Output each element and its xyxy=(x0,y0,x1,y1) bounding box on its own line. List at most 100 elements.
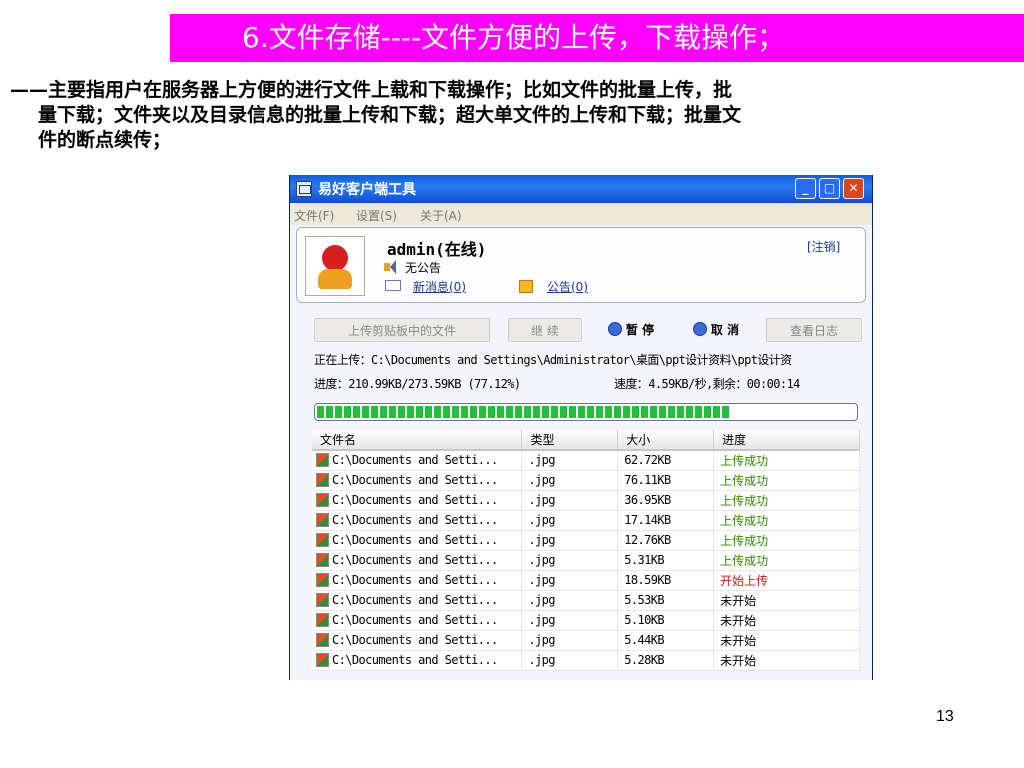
image-file-icon xyxy=(316,593,329,607)
slide-description: ——主要指用户在服务器上方便的进行文件上载和下载操作；比如文件的批量上传，批 量… xyxy=(10,78,1002,153)
minimize-button[interactable]: _ xyxy=(795,178,816,199)
cancel-button[interactable]: 取 消 xyxy=(679,318,753,342)
bulletin-icon xyxy=(519,280,533,293)
description-line-1: ——主要指用户在服务器上方便的进行文件上载和下载操作；比如文件的批量上传，批 xyxy=(10,79,733,101)
file-status: 上传成功 xyxy=(713,510,860,531)
header-type[interactable]: 类型 xyxy=(521,430,619,451)
file-status: 未开始 xyxy=(713,610,860,631)
file-status: 上传成功 xyxy=(713,470,860,491)
image-file-icon xyxy=(316,473,329,487)
speaker-icon xyxy=(384,260,400,274)
uploading-path: 正在上传：C:\Documents and Settings\Administr… xyxy=(314,353,792,367)
file-size: 36.95KB xyxy=(617,490,715,511)
header-filename[interactable]: 文件名 xyxy=(312,430,523,451)
table-row[interactable]: C:\Documents and Setti... .jpg 17.14KB 上传成功 xyxy=(312,510,860,531)
file-type: .jpg xyxy=(521,530,619,551)
table-row[interactable]: C:\Documents and Setti... .jpg 76.11KB 上传成功 xyxy=(312,470,860,491)
file-name: C:\Documents and Setti... xyxy=(332,493,498,507)
table-row[interactable]: C:\Documents and Setti... .jpg 36.95KB 上传成功 xyxy=(312,490,860,511)
progress-fill xyxy=(317,406,731,418)
file-size: 12.76KB xyxy=(617,530,715,551)
menu-file[interactable]: 文件(F) xyxy=(294,207,334,224)
progress-text: 进度：210.99KB/273.59KB (77.12%) xyxy=(314,377,521,391)
file-name: C:\Documents and Setti... xyxy=(332,453,498,468)
resume-button[interactable]: 继 续 xyxy=(508,318,582,342)
image-file-icon xyxy=(316,533,329,547)
file-name: C:\Documents and Setti... xyxy=(332,573,498,587)
file-type: .jpg xyxy=(521,570,619,591)
file-status: 上传成功 xyxy=(713,550,860,571)
table-row[interactable]: C:\Documents and Setti... .jpg 5.10KB 未开始 xyxy=(312,610,860,631)
slide-title: 6.文件存储----文件方便的上传，下载操作； xyxy=(241,21,786,54)
file-type: .jpg xyxy=(521,630,619,651)
file-name-cell: C:\Documents and Setti... xyxy=(312,530,523,551)
table-row[interactable]: C:\Documents and Setti... .jpg 18.59KB 开始上传 xyxy=(312,570,860,591)
file-name-cell: C:\Documents and Setti... xyxy=(312,650,523,671)
user-panel: admin(在线) [注销] 无公告 新消息(0) 公告(0) xyxy=(296,227,866,303)
table-row[interactable]: C:\Documents and Setti... .jpg 5.44KB 未开始 xyxy=(312,630,860,651)
header-size[interactable]: 大小 xyxy=(617,430,715,451)
file-size: 5.10KB xyxy=(617,610,715,631)
file-size: 62.72KB xyxy=(617,450,715,471)
upload-clipboard-button[interactable]: 上传剪贴板中的文件 xyxy=(314,318,490,342)
close-button[interactable]: ✕ xyxy=(843,178,864,199)
stop-icon xyxy=(692,322,707,336)
file-name-cell: C:\Documents and Setti... xyxy=(312,550,523,571)
file-size: 76.11KB xyxy=(617,470,715,491)
file-size: 5.44KB xyxy=(617,630,715,651)
bulletins-link[interactable]: 公告(0) xyxy=(547,278,588,295)
file-type: .jpg xyxy=(521,550,619,571)
window-titlebar[interactable]: 易好客户端工具 _ □ ✕ xyxy=(290,175,872,203)
app-window-icon xyxy=(296,181,312,197)
image-file-icon xyxy=(316,493,329,507)
file-name: C:\Documents and Setti... xyxy=(332,593,498,607)
pause-label: 暂 停 xyxy=(625,323,655,337)
table-row[interactable]: C:\Documents and Setti... .jpg 62.72KB 上传成功 xyxy=(312,450,860,471)
image-file-icon xyxy=(316,453,329,468)
file-size: 18.59KB xyxy=(617,570,715,591)
menu-about[interactable]: 关于(A) xyxy=(420,207,462,224)
window-title: 易好客户端工具 xyxy=(318,182,416,198)
view-log-button[interactable]: 查看日志 xyxy=(766,318,862,342)
notice-text: 无公告 xyxy=(405,261,442,275)
speed-text: 速度：4.59KB/秒,剩余：00:00:14 xyxy=(614,377,800,391)
description-line-2: 量下载；文件夹以及目录信息的批量上传和下载；超大单文件的上传和下载；批量文 xyxy=(38,104,742,126)
file-type: .jpg xyxy=(521,650,619,671)
description-line-3: 件的断点续传； xyxy=(38,129,172,151)
page-number: 13 xyxy=(936,708,954,725)
image-file-icon xyxy=(316,553,329,567)
table-row[interactable]: C:\Documents and Setti... .jpg 5.31KB 上传成功 xyxy=(312,550,860,571)
file-size: 5.31KB xyxy=(617,550,715,571)
menu-settings[interactable]: 设置(S) xyxy=(356,207,397,224)
image-file-icon xyxy=(316,633,329,647)
file-name-cell: C:\Documents and Setti... xyxy=(312,450,523,471)
upload-progress-bar xyxy=(314,403,858,421)
pause-button[interactable]: 暂 停 xyxy=(594,318,668,342)
menu-bar: 文件(F) 设置(S) 关于(A) xyxy=(290,203,872,225)
image-file-icon xyxy=(316,653,329,667)
header-progress[interactable]: 进度 xyxy=(713,430,860,451)
file-status: 上传成功 xyxy=(713,530,860,551)
table-row[interactable]: C:\Documents and Setti... .jpg 5.28KB 未开始 xyxy=(312,650,860,671)
file-name: C:\Documents and Setti... xyxy=(332,653,498,667)
file-name-cell: C:\Documents and Setti... xyxy=(312,610,523,631)
file-status: 上传成功 xyxy=(713,490,860,511)
image-file-icon xyxy=(316,573,329,587)
username-status: admin(在线) xyxy=(387,240,487,259)
file-type: .jpg xyxy=(521,490,619,511)
table-row[interactable]: C:\Documents and Setti... .jpg 12.76KB 上传成功 xyxy=(312,530,860,551)
file-name-cell: C:\Documents and Setti... xyxy=(312,590,523,611)
file-type: .jpg xyxy=(521,610,619,631)
file-status: 未开始 xyxy=(713,630,860,651)
image-file-icon xyxy=(316,613,329,627)
maximize-button[interactable]: □ xyxy=(819,178,840,199)
file-name: C:\Documents and Setti... xyxy=(332,553,498,567)
file-name: C:\Documents and Setti... xyxy=(332,633,498,647)
file-name-cell: C:\Documents and Setti... xyxy=(312,570,523,591)
new-messages-link[interactable]: 新消息(0) xyxy=(413,278,466,295)
file-name-cell: C:\Documents and Setti... xyxy=(312,510,523,531)
logout-link[interactable]: [注销] xyxy=(807,238,840,255)
file-name-cell: C:\Documents and Setti... xyxy=(312,630,523,651)
table-row[interactable]: C:\Documents and Setti... .jpg 5.53KB 未开始 xyxy=(312,590,860,611)
client-tool-window: 易好客户端工具 _ □ ✕ 文件(F) 设置(S) 关于(A) admin(在线… xyxy=(289,175,873,680)
